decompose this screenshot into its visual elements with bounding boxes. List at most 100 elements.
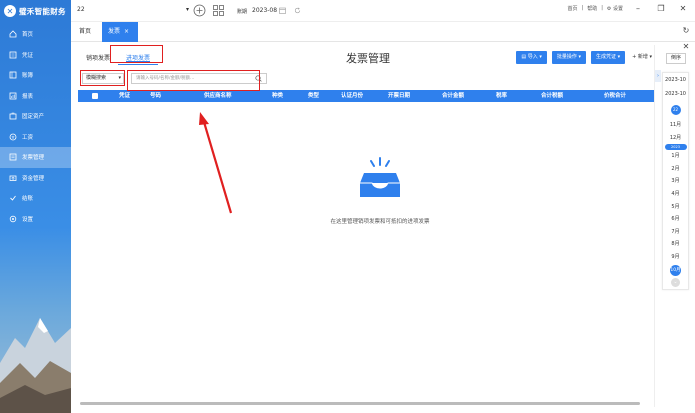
column-header[interactable]: 价税合计 xyxy=(604,90,626,102)
column-header[interactable]: 税率 xyxy=(496,90,507,102)
import-label: 导入 xyxy=(527,54,538,60)
logo-text: 璧禾智能财务 xyxy=(19,6,66,16)
settings-link-label: 设置 xyxy=(612,6,623,12)
help-link[interactable]: 帮助 xyxy=(587,5,597,12)
logo-mark-icon: ✕ xyxy=(4,5,16,17)
sidebar-item-ledger[interactable]: 账簿 xyxy=(0,65,71,86)
month-item[interactable]: 8月 xyxy=(663,238,688,251)
month-item[interactable]: 11月 xyxy=(663,119,688,132)
month-item[interactable]: 1月 xyxy=(663,150,688,163)
tab-invoice[interactable]: 发票 × xyxy=(102,22,138,42)
page-title: 发票管理 xyxy=(346,52,390,65)
sidebar-item-home[interactable]: 首页 xyxy=(0,24,71,45)
period-label: 账期 xyxy=(237,9,248,15)
voucher-label: 生成凭证 xyxy=(595,54,616,60)
column-header[interactable]: 种类 xyxy=(272,90,283,102)
month-item[interactable]: 7月 xyxy=(663,226,688,239)
app-logo: ✕ 璧禾智能财务 xyxy=(0,0,71,22)
empty-inbox-icon xyxy=(360,157,400,197)
generate-voucher-button[interactable]: 生成凭证 ▾ xyxy=(590,51,626,64)
company-select[interactable]: 22 ▾ xyxy=(77,6,189,18)
salary-icon xyxy=(9,133,17,141)
refresh-icon[interactable] xyxy=(294,7,301,14)
horizontal-scrollbar[interactable] xyxy=(80,402,640,405)
home-link[interactable]: 首页 xyxy=(568,5,578,12)
report-icon xyxy=(9,92,17,100)
sidebar-item-voucher[interactable]: 凭证 xyxy=(0,45,71,66)
year-marker[interactable]: 22 xyxy=(670,105,681,115)
top-bar: 22 ▾ 账期 2023-08 首页 | 帮助 | ⚙ 设置 – ❐ ✕ xyxy=(71,0,695,22)
ledger-icon xyxy=(9,71,17,79)
period-range-end: 2023-10 xyxy=(665,91,686,97)
tab-home[interactable]: 首页 xyxy=(73,22,97,42)
highlight-box xyxy=(127,70,260,91)
month-item[interactable]: 3月 xyxy=(663,175,688,188)
batch-operation-button[interactable]: 批量操作 ▾ xyxy=(551,51,586,64)
add-circle-icon[interactable] xyxy=(193,4,206,17)
chevron-down-icon[interactable]: ⌄ xyxy=(671,277,680,287)
settings-link[interactable]: ⚙ 设置 xyxy=(607,5,623,12)
sidebar-item-label: 固定资产 xyxy=(22,114,45,121)
top-links: 首页 | 帮助 | ⚙ 设置 xyxy=(568,5,624,12)
link-divider: | xyxy=(581,5,584,11)
sidebar-item-asset[interactable]: 固定资产 xyxy=(0,106,71,127)
month-item[interactable]: 2月 xyxy=(663,163,688,176)
month-item[interactable]: 9月 xyxy=(663,251,688,264)
import-button[interactable]: ▤ 导入 ▾ xyxy=(516,51,547,64)
period-value[interactable]: 2023-08 xyxy=(252,7,277,14)
fund-icon xyxy=(9,174,17,182)
sidebar-item-close-account[interactable]: 结账 xyxy=(0,188,71,209)
empty-state: 在这里管理销项发票和可抵扣的进项发票 xyxy=(300,157,460,225)
refresh-page-icon[interactable]: ↻ xyxy=(680,26,692,38)
sidebar-item-fund[interactable]: 资金管理 xyxy=(0,168,71,189)
add-button[interactable]: + 新增 ▾ xyxy=(630,51,654,64)
minimize-icon[interactable]: – xyxy=(633,4,643,14)
sidebar-mountain-illustration xyxy=(0,318,71,413)
column-header[interactable]: 号码 xyxy=(150,90,161,102)
sidebar-item-label: 首页 xyxy=(22,32,34,39)
month-item-current[interactable]: 10月 xyxy=(670,264,681,276)
column-header[interactable]: 开票日期 xyxy=(388,90,410,102)
link-divider: | xyxy=(601,5,603,11)
sidebar-item-label: 凭证 xyxy=(22,52,34,59)
sidebar-item-report[interactable]: 报表 xyxy=(0,86,71,107)
column-header[interactable]: 认证月份 xyxy=(341,90,363,102)
tabs-bar: 首页 发票 × xyxy=(71,22,695,42)
invoice-icon xyxy=(9,153,17,161)
period-range-start: 2023-10 xyxy=(665,77,686,83)
invoice-page: 销项发票 进项发票 发票管理 ▤ 导入 ▾ 批量操作 ▾ 生成凭证 ▾ + 新增… xyxy=(78,45,655,407)
column-header[interactable]: 合计税额 xyxy=(541,90,563,102)
voucher-icon xyxy=(9,51,17,59)
column-header[interactable]: 合计金额 xyxy=(442,90,464,102)
column-header[interactable]: 类型 xyxy=(308,90,319,102)
column-header[interactable]: 供应商名称 xyxy=(204,90,232,102)
month-item[interactable]: 4月 xyxy=(663,188,688,201)
sidebar-item-salary[interactable]: 工资 xyxy=(0,127,71,148)
column-header[interactable]: 凭证 xyxy=(119,90,130,102)
collapse-panel-icon[interactable]: › xyxy=(655,70,661,82)
month-item[interactable]: 5月 xyxy=(663,201,688,214)
company-name: 22 xyxy=(77,6,85,13)
sidebar-item-settings[interactable]: 设置 xyxy=(0,209,71,230)
sort-order-button[interactable]: 倒序 xyxy=(666,53,686,64)
panel-divider xyxy=(654,45,655,407)
close-window-icon[interactable]: ✕ xyxy=(678,4,688,14)
restore-icon[interactable]: ❐ xyxy=(656,4,666,14)
sidebar-item-label: 报表 xyxy=(22,93,34,100)
table-header: 凭证 号码 供应商名称 种类 类型 认证月份 开票日期 合计金额 税率 合计税额… xyxy=(78,90,655,102)
sidebar-item-label: 设置 xyxy=(22,216,34,223)
empty-state-text: 在这里管理销项发票和可抵扣的进项发票 xyxy=(330,219,430,225)
calendar-icon[interactable] xyxy=(279,7,286,14)
toolbar: ▤ 导入 ▾ 批量操作 ▾ 生成凭证 ▾ + 新增 ▾ xyxy=(516,51,654,64)
close-icon[interactable]: × xyxy=(124,28,129,35)
home-icon xyxy=(9,30,17,38)
grid-icon[interactable] xyxy=(212,4,225,17)
sidebar-item-label: 发票管理 xyxy=(22,155,45,162)
sidebar-item-invoice[interactable]: 发票管理 xyxy=(0,147,71,168)
select-all-checkbox[interactable] xyxy=(92,93,98,99)
sidebar: ✕ 璧禾智能财务 首页 凭证 账簿 报表 固定资产 工资 发票管理 资金管理 结… xyxy=(0,0,71,413)
close-account-icon xyxy=(9,194,17,202)
month-item[interactable]: 6月 xyxy=(663,213,688,226)
settings-icon xyxy=(9,215,17,223)
month-item[interactable]: 12月 xyxy=(663,132,688,145)
